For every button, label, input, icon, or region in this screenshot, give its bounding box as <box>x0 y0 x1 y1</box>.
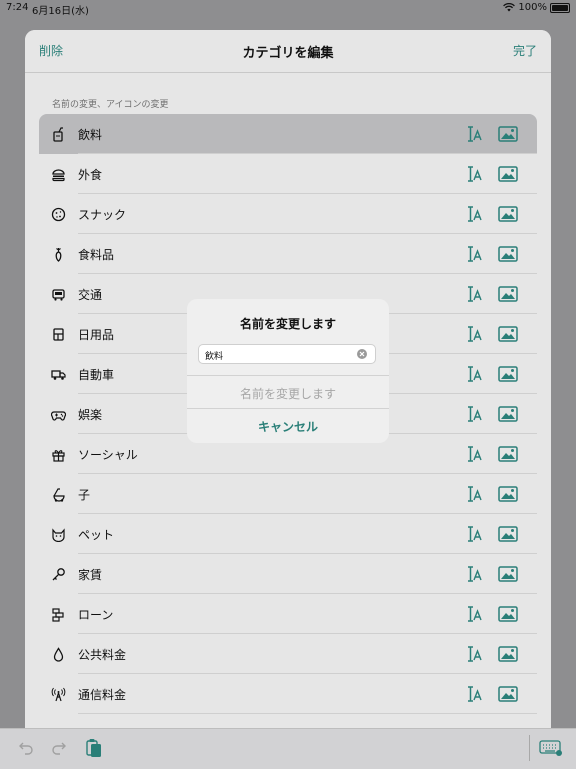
cookie-icon <box>51 207 66 222</box>
rename-confirm-button[interactable]: 名前を変更します <box>187 385 389 402</box>
keyboard-toolbar <box>0 728 576 769</box>
cancel-button[interactable]: キャンセル <box>187 418 389 435</box>
rename-text-icon[interactable] <box>465 445 483 463</box>
image-icon[interactable] <box>498 285 518 303</box>
rename-text-icon[interactable] <box>465 525 483 543</box>
category-label: 外食 <box>78 168 103 182</box>
alert-divider <box>187 375 389 376</box>
bus-icon <box>52 289 65 301</box>
list-item[interactable]: 家賃 <box>39 554 537 594</box>
rename-text-icon[interactable] <box>465 605 483 623</box>
category-label: 交通 <box>78 288 103 302</box>
category-label: 家賃 <box>78 568 103 582</box>
category-label: 公共料金 <box>78 648 127 662</box>
list-item[interactable]: ペット <box>39 514 537 554</box>
category-label: 自動車 <box>78 368 115 382</box>
category-label: 通信料金 <box>78 688 127 702</box>
image-icon[interactable] <box>498 605 518 623</box>
gamepad-icon <box>51 411 66 421</box>
rename-text-icon[interactable] <box>465 125 483 143</box>
section-header: 名前の変更、アイコンの変更 <box>52 100 169 110</box>
rename-text-icon[interactable] <box>465 485 483 503</box>
rename-alert: 名前を変更します 飲料 名前を変更します キャンセル <box>187 299 389 443</box>
image-icon[interactable] <box>498 685 518 703</box>
list-item[interactable]: ローン <box>39 594 537 634</box>
image-icon[interactable] <box>498 645 518 663</box>
alert-divider <box>187 408 389 409</box>
list-item[interactable]: 外食 <box>39 154 537 194</box>
burger-icon <box>52 169 65 182</box>
page-title: カテゴリを編集 <box>242 46 334 61</box>
category-label: 食料品 <box>78 248 115 262</box>
image-icon[interactable] <box>498 165 518 183</box>
nav-bar: 削除 カテゴリを編集 完了 <box>25 30 551 73</box>
redo-icon[interactable] <box>51 740 67 756</box>
keyboard-icon[interactable] <box>539 740 563 756</box>
category-label: 子 <box>78 488 91 502</box>
rename-text-icon[interactable] <box>465 245 483 263</box>
rename-text-icon[interactable] <box>465 205 483 223</box>
category-label: ペット <box>78 528 115 542</box>
rename-input-value: 飲料 <box>205 352 224 362</box>
list-item[interactable]: 飲料 <box>39 114 537 154</box>
list-item[interactable]: 通信料金 <box>39 674 537 714</box>
bricks-icon <box>52 608 64 622</box>
rename-text-icon[interactable] <box>465 365 483 383</box>
category-label: スナック <box>78 208 127 222</box>
rename-text-icon[interactable] <box>465 285 483 303</box>
status-time: 7:24 <box>6 2 29 13</box>
drop-icon <box>53 647 64 662</box>
battery-percent: 100% <box>518 2 547 13</box>
done-button[interactable]: 完了 <box>513 42 537 59</box>
image-icon[interactable] <box>498 125 518 143</box>
truck-icon <box>51 370 66 380</box>
alert-title: 名前を変更します <box>239 317 336 331</box>
rename-text-icon[interactable] <box>465 645 483 663</box>
list-item[interactable]: スナック <box>39 194 537 234</box>
category-label: 日用品 <box>78 328 115 342</box>
gift-icon <box>52 450 65 462</box>
rename-text-icon[interactable] <box>465 565 483 583</box>
cup-icon <box>53 127 63 142</box>
list-item[interactable]: 子 <box>39 474 537 514</box>
rename-text-icon[interactable] <box>465 165 483 183</box>
list-item[interactable]: 公共料金 <box>39 634 537 674</box>
toolbar-divider <box>529 735 530 761</box>
undo-icon[interactable] <box>18 740 34 756</box>
rename-text-icon[interactable] <box>465 325 483 343</box>
clear-icon[interactable] <box>357 349 367 359</box>
rename-input[interactable]: 飲料 <box>198 344 376 364</box>
image-icon[interactable] <box>498 525 518 543</box>
cat-icon <box>52 528 65 542</box>
antenna-icon <box>51 687 66 702</box>
image-icon[interactable] <box>498 365 518 383</box>
image-icon[interactable] <box>498 565 518 583</box>
image-icon[interactable] <box>498 405 518 423</box>
image-icon[interactable] <box>498 205 518 223</box>
category-label: ソーシャル <box>78 448 138 462</box>
category-label: ローン <box>78 608 114 622</box>
image-icon[interactable] <box>498 485 518 503</box>
paste-icon[interactable] <box>86 738 102 758</box>
battery-icon <box>550 2 570 13</box>
status-bar: 7:24 6月16日(水) 100% <box>0 0 576 17</box>
household-icon <box>53 328 64 341</box>
stroller-icon <box>53 488 65 502</box>
image-icon[interactable] <box>498 245 518 263</box>
row-separator <box>78 713 537 714</box>
category-label: 娯楽 <box>78 408 103 422</box>
rename-text-icon[interactable] <box>465 685 483 703</box>
carrot-icon <box>55 248 62 262</box>
image-icon[interactable] <box>498 445 518 463</box>
image-icon[interactable] <box>498 325 518 343</box>
key-icon <box>52 568 65 581</box>
category-label: 飲料 <box>78 128 103 142</box>
rename-text-icon[interactable] <box>465 405 483 423</box>
status-right: 100% <box>503 2 570 13</box>
wifi-icon <box>503 3 516 12</box>
list-item[interactable]: 食料品 <box>39 234 537 274</box>
status-date: 6月16日(水) <box>32 6 89 17</box>
